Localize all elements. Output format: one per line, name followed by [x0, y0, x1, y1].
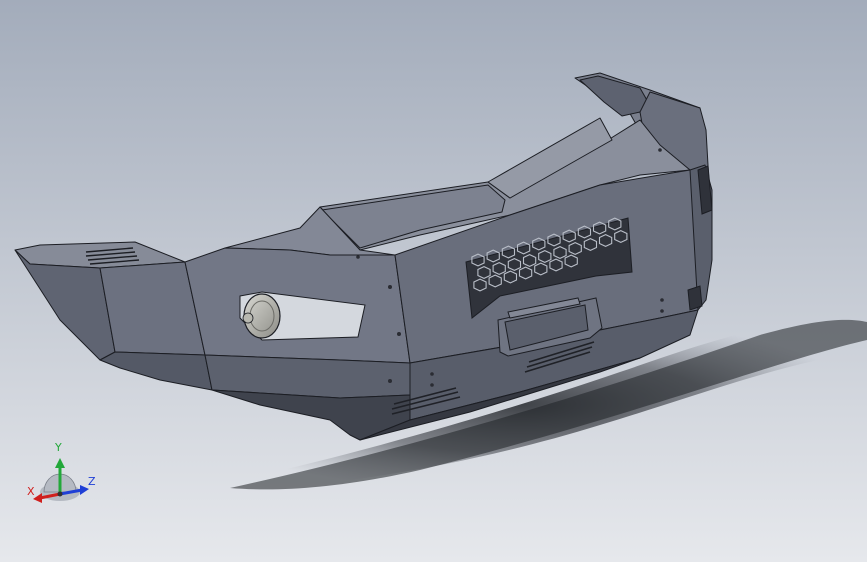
triad-z-label: Z — [88, 475, 96, 488]
fog-light-icon[interactable] — [242, 293, 281, 339]
triad-y-label: Y — [55, 441, 62, 454]
triad-x-label: X — [27, 485, 35, 498]
graphics-viewport[interactable]: Y X Z — [0, 0, 867, 562]
model-canvas[interactable] — [0, 0, 867, 562]
